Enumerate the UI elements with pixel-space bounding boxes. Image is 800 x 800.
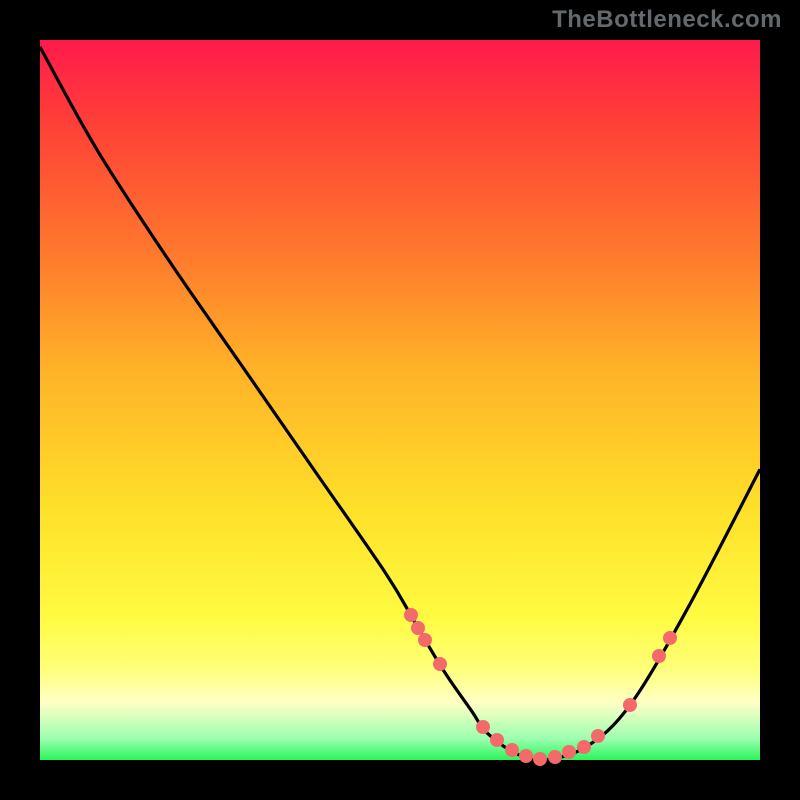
scatter-dot bbox=[519, 749, 533, 763]
scatter-dot bbox=[548, 750, 562, 764]
scatter-dot bbox=[476, 720, 490, 734]
scatter-dot bbox=[591, 729, 605, 743]
scatter-dot bbox=[562, 745, 576, 759]
chart-frame: TheBottleneck.com bbox=[0, 0, 800, 800]
scatter-dot bbox=[433, 657, 447, 671]
scatter-dot bbox=[505, 743, 519, 757]
plot-area bbox=[40, 40, 760, 760]
scatter-dot bbox=[623, 698, 637, 712]
scatter-dot bbox=[533, 752, 547, 766]
scatter-dot bbox=[418, 633, 432, 647]
scatter-dot bbox=[577, 740, 591, 754]
attribution-text: TheBottleneck.com bbox=[552, 6, 782, 34]
scatter-dot bbox=[663, 631, 677, 645]
